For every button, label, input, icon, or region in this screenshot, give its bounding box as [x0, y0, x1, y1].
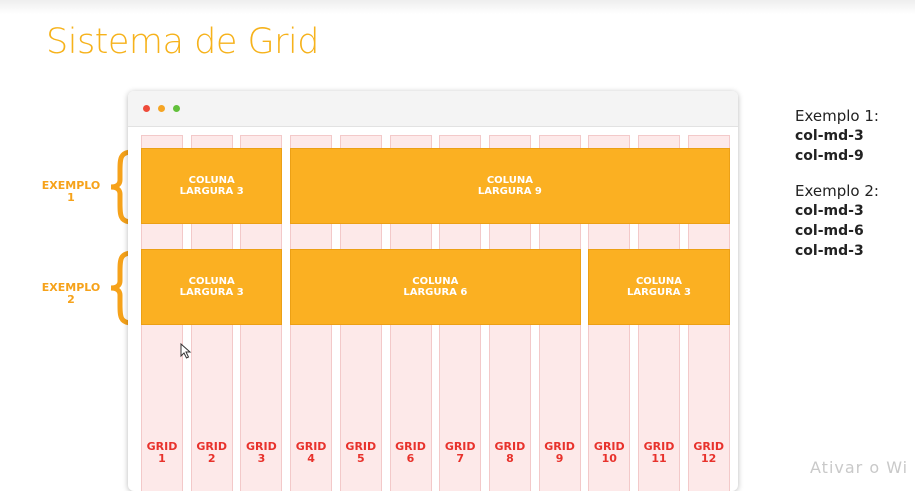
top-gradient-bar: [0, 0, 915, 14]
block-label-line1: COLUNA: [412, 276, 459, 287]
grid-column-label: GRID 12: [688, 441, 730, 465]
block-label-line1: COLUNA: [635, 276, 683, 287]
grid-label-number: 4: [307, 452, 315, 465]
grid-label-number: 9: [555, 452, 564, 465]
side-example-2-class-3: col-md-3: [795, 243, 864, 259]
slide-title: Sistema de Grid: [46, 22, 319, 62]
example-1-label: EXEMPLO 1: [31, 180, 111, 204]
block-label-line2: LARGURA 3: [179, 186, 244, 197]
grid-column-label: GRID 4: [290, 441, 332, 465]
example-2-column-block: COLUNA LARGURA 6: [290, 249, 581, 325]
watermark-text: Ativar o Wi: [810, 458, 909, 477]
block-label-line2: LARGURA 3: [626, 287, 691, 298]
block-label-line2: LARGURA 6: [403, 287, 468, 298]
block-label-line2: LARGURA 3: [179, 287, 244, 298]
grid-label-number: 8: [506, 452, 514, 465]
example-2-label: EXEMPLO 2: [31, 282, 111, 306]
grid-label-number: 3: [257, 452, 266, 465]
side-example-1-heading: Exemplo 1:: [795, 107, 879, 125]
window-maximize-dot-icon: [173, 105, 180, 112]
grid-label-number: 10: [601, 452, 617, 465]
grid-column-label: GRID 8: [489, 441, 531, 465]
grid-label-number: 1: [158, 452, 166, 465]
browser-window: GRID 1 GRID 2 GRID 3 GRID 4 GRID 5 GRID 6 GRID 7 GRID 8…: [128, 91, 738, 491]
side-notes: Exemplo 1: col-md-3 col-md-9 Exemplo 2: …: [795, 107, 879, 277]
grid-column-label: GRID 5: [340, 441, 382, 465]
grid-label-number: 6: [406, 452, 415, 465]
grid-column-label: GRID 7: [439, 441, 481, 465]
grid-label-number: 11: [651, 452, 667, 465]
side-example-2: Exemplo 2: col-md-3 col-md-6 col-md-3: [795, 182, 879, 261]
browser-titlebar: [128, 91, 738, 127]
side-example-1: Exemplo 1: col-md-3 col-md-9: [795, 107, 879, 166]
example-1-column-block: COLUNA LARGURA 9: [290, 148, 730, 224]
side-example-2-class-2: col-md-6: [795, 223, 864, 239]
side-example-1-class-2: col-md-9: [795, 148, 864, 164]
grid-column-label: GRID 3: [240, 441, 282, 465]
grid-column-label: GRID 9: [539, 441, 581, 465]
block-label-line2: LARGURA 9: [477, 186, 542, 197]
grid-label-number: 2: [207, 452, 216, 465]
example-1-label-number: 1: [67, 191, 75, 204]
grid-column-label: GRID 6: [390, 441, 432, 465]
side-example-2-heading: Exemplo 2:: [795, 182, 879, 200]
example-2-column-block: COLUNA LARGURA 3: [141, 249, 283, 325]
grid-label-number: 12: [701, 452, 717, 465]
grid-label-number: 7: [456, 452, 465, 465]
grid-column-label: GRID 11: [638, 441, 680, 465]
block-label-line1: COLUNA: [486, 175, 533, 186]
example-2-column-block: COLUNA LARGURA 3: [588, 249, 730, 325]
side-example-1-class-1: col-md-3: [795, 128, 864, 144]
window-close-dot-icon: [143, 105, 150, 112]
grid-column-label: GRID 1: [141, 441, 183, 465]
block-label-line1: COLUNA: [188, 276, 235, 287]
grid-column-label: GRID 10: [588, 441, 630, 465]
grid-column-label: GRID 2: [191, 441, 233, 465]
example-2-label-number: 2: [67, 293, 75, 306]
side-example-2-class-1: col-md-3: [795, 203, 864, 219]
mouse-pointer-icon: [180, 343, 192, 359]
grid-label-number: 5: [356, 452, 365, 465]
block-label-line1: COLUNA: [188, 175, 235, 186]
example-1-column-block: COLUNA LARGURA 3: [141, 148, 283, 224]
window-minimize-dot-icon: [158, 105, 165, 112]
